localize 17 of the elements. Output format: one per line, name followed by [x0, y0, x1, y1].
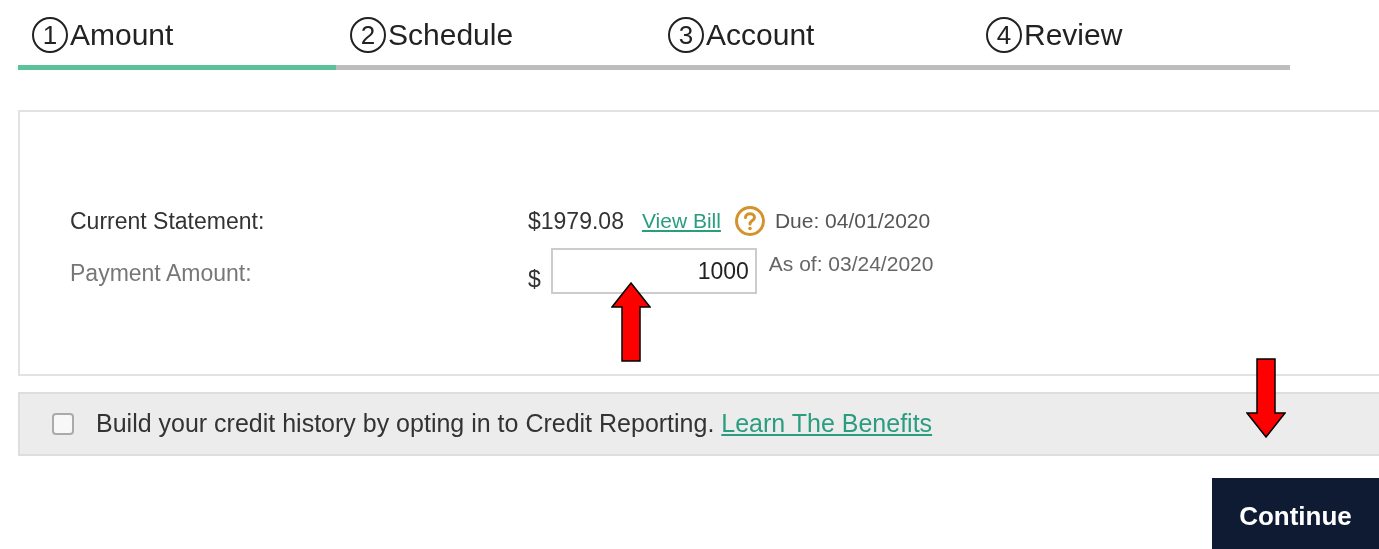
step-tab[interactable]: 3 Account [654, 12, 972, 70]
down-arrow-icon [1246, 358, 1286, 438]
payment-amount-field[interactable]: 1000 [550, 248, 757, 294]
up-arrow-icon [611, 282, 651, 362]
currency-symbol: $ [528, 265, 541, 294]
step-tab[interactable]: 1 Amount [18, 12, 336, 70]
help-icon[interactable] [734, 206, 765, 236]
continue-button[interactable]: Continue [1212, 478, 1379, 549]
field-label: Payment Amount: [70, 259, 253, 288]
step-tab[interactable]: 4 Review [972, 12, 1290, 70]
due-date: Due: 04/01/2020 [774, 208, 931, 235]
credit-reporting-text: Build your credit history by opting in to Credit Reporting. Learn The Benefits [96, 408, 933, 440]
as-of-date: As of: 03/24/2020 [768, 251, 934, 277]
statement-amount: $1979.08 [528, 206, 624, 236]
field-label: Current Statement: [70, 206, 266, 236]
checkbox[interactable] [52, 413, 74, 435]
step-tab[interactable]: 2 Schedule [336, 12, 654, 70]
